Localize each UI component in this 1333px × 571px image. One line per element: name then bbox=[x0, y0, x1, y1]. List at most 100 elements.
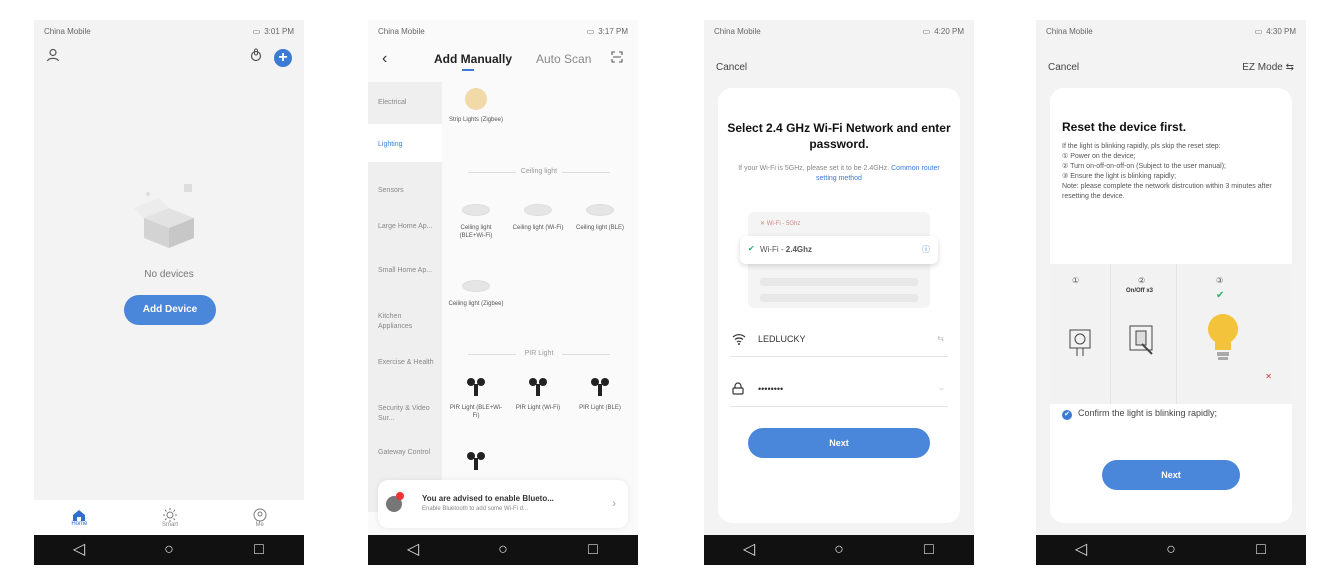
recents-nav-icon[interactable]: □ bbox=[239, 535, 279, 565]
tab-me-label: Me bbox=[255, 521, 264, 528]
illu-power-panel: ① bbox=[1050, 264, 1111, 404]
illu-bulb-panel: ③ ✔ ✕ bbox=[1176, 264, 1292, 404]
category-lighting[interactable]: Lighting bbox=[378, 140, 436, 150]
next-button[interactable]: Next bbox=[748, 428, 930, 458]
back-nav-icon[interactable]: ◁ bbox=[1061, 535, 1101, 565]
status-bar: China Mobile ▭ 4:20 PM bbox=[704, 20, 974, 42]
light-bulb-icon bbox=[1208, 314, 1238, 360]
device-ceiling-ble-wifi[interactable]: Ceiling light (BLE+Wi-Fi) bbox=[448, 204, 504, 240]
x-icon: ✕ bbox=[760, 221, 767, 227]
category-sensors[interactable]: Sensors bbox=[378, 186, 436, 196]
ceiling-lamp-icon bbox=[462, 280, 490, 292]
carrier-label: China Mobile bbox=[378, 26, 425, 36]
wifi-card: Select 2.4 GHz Wi-Fi Network and enter p… bbox=[718, 88, 960, 523]
category-electrical[interactable]: Electrical bbox=[378, 98, 436, 108]
device-label: PIR Light (BLE) bbox=[579, 405, 621, 411]
bottom-tab-bar: Home Smart Me bbox=[34, 500, 304, 535]
step-2: ② Turn on-off-on-off-on (Subject to the … bbox=[1062, 163, 1226, 170]
wifi-5g-row: ✕ Wi-Fi - 5Ghz bbox=[760, 220, 800, 227]
home-nav-icon[interactable]: ○ bbox=[1151, 535, 1191, 565]
recents-nav-icon[interactable]: □ bbox=[1241, 535, 1281, 565]
status-bar: China Mobile ▭ 3:17 PM bbox=[368, 20, 638, 42]
step-note: Note: please complete the network distrc… bbox=[1062, 183, 1272, 200]
checkbox-checked-icon: ✔ bbox=[1062, 410, 1072, 420]
wifi-24g-label: Wi-Fi - 2.4Ghz bbox=[760, 245, 812, 254]
active-tab-indicator bbox=[462, 69, 474, 71]
add-device-button[interactable]: Add Device bbox=[124, 295, 216, 325]
category-small-home-appliances[interactable]: Small Home Ap... bbox=[378, 266, 436, 276]
phone-reset-screen: China Mobile ▭ 4:30 PM Cancel EZ Mode ⇆ R… bbox=[1036, 20, 1306, 565]
system-nav-bar: ◁ ○ □ bbox=[1036, 535, 1306, 565]
pir-light-icon bbox=[590, 376, 610, 398]
check-icon: ✔ bbox=[1216, 290, 1225, 301]
back-icon[interactable]: ‹ bbox=[382, 50, 387, 68]
device-ceiling-wifi[interactable]: Ceiling light (Wi-Fi) bbox=[510, 204, 566, 232]
device-ceiling-zigbee[interactable]: Ceiling light (Zigbee) bbox=[448, 280, 504, 308]
device-pir-partial[interactable] bbox=[448, 450, 504, 478]
home-icon bbox=[73, 509, 86, 521]
device-pir-ble-wifi[interactable]: PIR Light (BLE+Wi-Fi) bbox=[448, 376, 504, 420]
bluetooth-banner[interactable]: You are advised to enable Blueto... Enab… bbox=[378, 480, 628, 528]
cancel-button[interactable]: Cancel bbox=[1048, 62, 1079, 73]
reset-illustration: ① ② On/Off x3 ③ ✔ ✕ bbox=[1050, 264, 1292, 404]
tab-add-manually[interactable]: Add Manually bbox=[434, 52, 512, 66]
battery-icon: ▭ bbox=[1254, 26, 1263, 36]
add-icon[interactable]: + bbox=[274, 48, 292, 67]
info-icon: ⓘ bbox=[922, 245, 930, 254]
phone-add-manually-screen: China Mobile ▭ 3:17 PM ‹ Add Manually Aut… bbox=[368, 20, 638, 565]
tab-me[interactable]: Me bbox=[253, 508, 267, 528]
recents-nav-icon[interactable]: □ bbox=[573, 535, 613, 565]
tab-home[interactable]: Home bbox=[71, 509, 87, 527]
lock-icon bbox=[732, 382, 744, 400]
pir-light-icon bbox=[466, 376, 486, 398]
password-value: •••••••• bbox=[758, 384, 784, 394]
step-3-marker: ③ bbox=[1216, 276, 1224, 285]
device-strip-lights[interactable]: Strip Lights (Zigbee) bbox=[448, 88, 504, 124]
plug-icon bbox=[1069, 329, 1091, 356]
confirm-checkbox[interactable]: ✔ Confirm the light is blinking rapidly; bbox=[1062, 408, 1248, 420]
recents-nav-icon[interactable]: □ bbox=[909, 535, 949, 565]
ssid-field[interactable]: LEDLUCKY ⇆ bbox=[730, 320, 948, 357]
category-security-video[interactable]: Security & Video Sur... bbox=[378, 404, 436, 424]
battery-icon: ▭ bbox=[922, 26, 931, 36]
illu-switch-panel: ② On/Off x3 bbox=[1110, 264, 1177, 404]
tab-auto-scan[interactable]: Auto Scan bbox=[536, 52, 591, 66]
carrier-label: China Mobile bbox=[44, 26, 91, 36]
carrier-label: China Mobile bbox=[714, 26, 761, 36]
password-field[interactable]: •••••••• ⌣ bbox=[730, 370, 948, 407]
scan-icon[interactable] bbox=[611, 50, 623, 68]
next-button[interactable]: Next bbox=[1102, 460, 1240, 490]
category-gateway-control[interactable]: Gateway Control bbox=[378, 448, 436, 458]
wifi-24g-row: ✔ Wi-Fi - 2.4Ghz ⓘ bbox=[740, 236, 938, 264]
back-nav-icon[interactable]: ◁ bbox=[393, 535, 433, 565]
home-nav-icon[interactable]: ○ bbox=[483, 535, 523, 565]
step-1-marker: ① bbox=[1072, 276, 1080, 285]
phone-wifi-screen: China Mobile ▭ 4:20 PM Cancel Select 2.4 … bbox=[704, 20, 974, 565]
category-large-home-appliances[interactable]: Large Home Ap... bbox=[378, 222, 436, 232]
device-label: PIR Light (BLE+Wi-Fi) bbox=[449, 405, 503, 419]
mode-label: EZ Mode bbox=[1242, 62, 1283, 73]
placeholder-row bbox=[760, 278, 918, 286]
device-ceiling-ble[interactable]: Ceiling light (BLE) bbox=[572, 204, 628, 232]
back-nav-icon[interactable]: ◁ bbox=[729, 535, 769, 565]
ssid-value: LEDLUCKY bbox=[758, 334, 806, 344]
ez-mode-switch[interactable]: EZ Mode ⇆ bbox=[1242, 62, 1294, 73]
device-pir-ble[interactable]: PIR Light (BLE) bbox=[572, 376, 628, 412]
cancel-button[interactable]: Cancel bbox=[716, 62, 747, 73]
category-exercise-health[interactable]: Exercise & Health bbox=[378, 358, 436, 368]
device-pir-wifi[interactable]: PIR Light (Wi-Fi) bbox=[510, 376, 566, 412]
battery-icon: ▭ bbox=[586, 26, 595, 36]
voice-icon[interactable] bbox=[250, 48, 262, 67]
user-icon[interactable] bbox=[46, 48, 60, 67]
confirm-label: Confirm the light is blinking rapidly; bbox=[1078, 408, 1218, 418]
phone-home-screen: China Mobile ▭ 3:01 PM + No devices Add D… bbox=[34, 20, 304, 565]
back-nav-icon[interactable]: ◁ bbox=[59, 535, 99, 565]
wifi-icon bbox=[732, 332, 746, 350]
tab-smart[interactable]: Smart bbox=[162, 507, 178, 528]
eye-icon[interactable]: ⌣ bbox=[939, 384, 944, 394]
category-kitchen-appliances[interactable]: Kitchen Appliances bbox=[378, 312, 436, 332]
switch-network-icon[interactable]: ⇆ bbox=[937, 334, 944, 343]
empty-box-illustration bbox=[132, 180, 206, 250]
home-nav-icon[interactable]: ○ bbox=[149, 535, 189, 565]
home-nav-icon[interactable]: ○ bbox=[819, 535, 859, 565]
